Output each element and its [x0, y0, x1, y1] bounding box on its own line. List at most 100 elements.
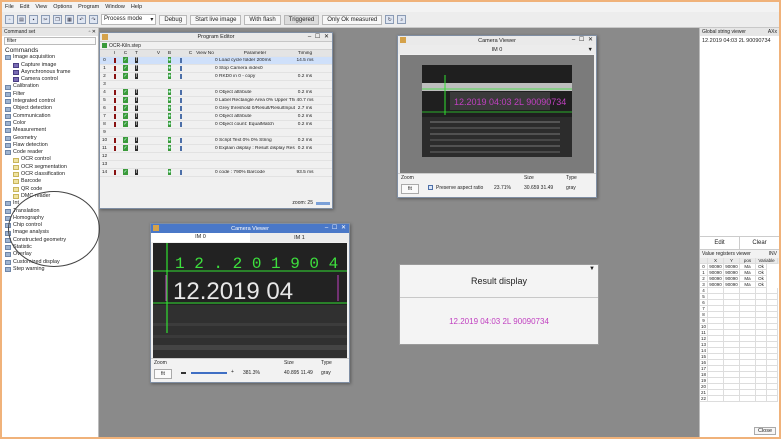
register-row[interactable]: 22	[700, 396, 779, 402]
command-item[interactable]: Object detection	[2, 105, 98, 112]
program-row[interactable]: 1 ✓ T ● 0 Stop Camera index0	[100, 65, 332, 73]
check-icon[interactable]: ✓	[123, 145, 128, 151]
camera-image[interactable]: 12.2019 04:03 2L 90090734	[400, 55, 594, 173]
tab-im1[interactable]: IM 1	[250, 235, 349, 241]
trigger-icon[interactable]: T	[134, 97, 139, 103]
command-item[interactable]: Filter	[2, 91, 98, 98]
command-item[interactable]: Color	[2, 120, 98, 127]
program-row[interactable]: 10 ✓ T ● 0 Script Text 0% 0% String 0.2 ms	[100, 137, 332, 145]
program-row[interactable]: 12	[100, 153, 332, 161]
command-item[interactable]: OCR control	[2, 156, 98, 163]
debug-flag-icon[interactable]	[113, 170, 116, 175]
triggered-button[interactable]: Triggered	[283, 14, 320, 25]
program-row[interactable]: 11 ✓ T ● 0 Explain display : Result display …	[100, 145, 332, 153]
menu-program[interactable]: Program	[78, 4, 99, 10]
command-item[interactable]: Camera control	[2, 76, 98, 83]
debug-flag-icon[interactable]	[113, 146, 116, 151]
preserve-aspect-checkbox[interactable]	[428, 185, 433, 190]
window-controls[interactable]: – ☐ ✕	[308, 33, 330, 40]
check-icon[interactable]: ✓	[123, 57, 128, 63]
check-icon[interactable]: ✓	[123, 105, 128, 111]
camera-viewer-titlebar[interactable]: Camera Viewer – ☐ ✕	[398, 36, 596, 45]
panel-close-icon[interactable]: ▫ ✕	[89, 29, 96, 35]
breakpoint-icon[interactable]: ●	[167, 105, 172, 111]
tab-im0[interactable]: IM 0	[151, 233, 250, 242]
program-row[interactable]: 3	[100, 81, 332, 89]
program-row[interactable]: 5 ✓ T ● 0 Label Rectangle Area 0% Upper Thre…	[100, 97, 332, 105]
command-item[interactable]: Commands	[2, 47, 98, 54]
debug-button[interactable]: Debug	[159, 14, 188, 25]
debug-flag-icon[interactable]	[113, 58, 116, 63]
breakpoint-icon[interactable]: ●	[167, 113, 172, 119]
command-filter-input[interactable]: filter	[4, 37, 96, 45]
trigger-icon[interactable]: T	[134, 137, 139, 143]
trigger-icon[interactable]: T	[134, 145, 139, 151]
program-editor-titlebar[interactable]: Program Editor – ☐ ✕	[100, 33, 332, 42]
breakpoint-icon[interactable]: ●	[167, 137, 172, 143]
close-button[interactable]: Close	[753, 427, 776, 435]
zoom-out-icon[interactable]	[181, 372, 186, 374]
tab-menu-icon[interactable]: ▼	[588, 47, 593, 53]
with-flash-button[interactable]: With flash	[244, 14, 281, 25]
window-controls[interactable]: – ☐ ✕	[572, 36, 594, 43]
edit-button[interactable]: Edit	[700, 237, 740, 249]
open-icon[interactable]: ▤	[17, 15, 26, 24]
new-icon[interactable]: ▫	[5, 15, 14, 24]
check-icon[interactable]: ✓	[123, 73, 128, 79]
menu-window[interactable]: Window	[105, 4, 125, 10]
debug-flag-icon[interactable]	[113, 114, 116, 119]
program-row[interactable]: 8 ✓ T ● 0 Object count: EqualMatch 0.2 ms	[100, 121, 332, 129]
only-ok-measured-button[interactable]: Only Ok measured	[322, 14, 383, 25]
trigger-icon[interactable]: T	[134, 57, 139, 63]
clear-button[interactable]: Clear	[740, 237, 779, 249]
trigger-icon[interactable]: T	[134, 169, 139, 175]
program-row[interactable]: 9	[100, 129, 332, 137]
command-item[interactable]: OCR classification	[2, 171, 98, 178]
program-zoom-slider[interactable]	[316, 202, 330, 205]
check-icon[interactable]: ✓	[123, 169, 128, 175]
check-icon[interactable]: ✓	[123, 121, 128, 127]
start-live-image-button[interactable]: Start live image	[190, 14, 242, 25]
trigger-icon[interactable]: T	[134, 89, 139, 95]
program-file-name[interactable]: OCR-Kiln.step	[109, 43, 141, 49]
trigger-icon[interactable]: T	[134, 105, 139, 111]
command-item[interactable]: Measurement	[2, 127, 98, 134]
command-item[interactable]: Capture image	[2, 62, 98, 69]
debug-flag-icon[interactable]	[113, 90, 116, 95]
global-string-area[interactable]: 12.2019 04:03 2L 90090734	[700, 36, 779, 236]
fit-button[interactable]: fit	[401, 184, 419, 194]
copy-icon[interactable]: ❐	[53, 15, 62, 24]
check-icon[interactable]: ✓	[123, 113, 128, 119]
check-icon[interactable]: ✓	[123, 65, 128, 71]
window-controls[interactable]: – ☐ ✕	[325, 224, 347, 231]
command-item[interactable]: Step warning	[2, 266, 98, 273]
search-icon[interactable]: ⌕	[397, 15, 407, 24]
trigger-icon[interactable]: T	[134, 121, 139, 127]
trigger-icon[interactable]: T	[134, 73, 139, 79]
command-item[interactable]: Geometry	[2, 135, 98, 142]
debug-flag-icon[interactable]	[113, 98, 116, 103]
command-item[interactable]: Asynchronous frame	[2, 69, 98, 76]
command-item[interactable]: Communication	[2, 113, 98, 120]
check-icon[interactable]: ✓	[123, 137, 128, 143]
save-icon[interactable]: ▪	[29, 15, 38, 24]
command-item[interactable]: Integrated control	[2, 98, 98, 105]
breakpoint-icon[interactable]: ●	[167, 169, 172, 175]
breakpoint-icon[interactable]: ●	[167, 57, 172, 63]
breakpoint-icon[interactable]: ●	[167, 89, 172, 95]
trigger-icon[interactable]: T	[134, 65, 139, 71]
result-menu-icon[interactable]: ▼	[589, 266, 595, 272]
breakpoint-icon[interactable]: ●	[167, 97, 172, 103]
check-icon[interactable]: ✓	[123, 89, 128, 95]
program-row[interactable]: 0 ✓ T ● 0 Load cycle folder 200ms 14.5 ms	[100, 57, 332, 65]
command-item[interactable]: Image acquisition	[2, 54, 98, 61]
program-row[interactable]: 14 ✓ T ● 0 code : 790% Barcode 93.5 ms	[100, 169, 332, 177]
program-row[interactable]: 7 ✓ T ● 0 Object attribute 0.2 ms	[100, 113, 332, 121]
menu-options[interactable]: Options	[53, 4, 72, 10]
zoom-in-icon[interactable]: +	[231, 369, 234, 375]
undo-icon[interactable]: ↶	[77, 15, 86, 24]
menu-view[interactable]: View	[35, 4, 47, 10]
command-item[interactable]: Code reader	[2, 149, 98, 156]
command-item[interactable]: Calibration	[2, 83, 98, 90]
program-row[interactable]: 13	[100, 161, 332, 169]
